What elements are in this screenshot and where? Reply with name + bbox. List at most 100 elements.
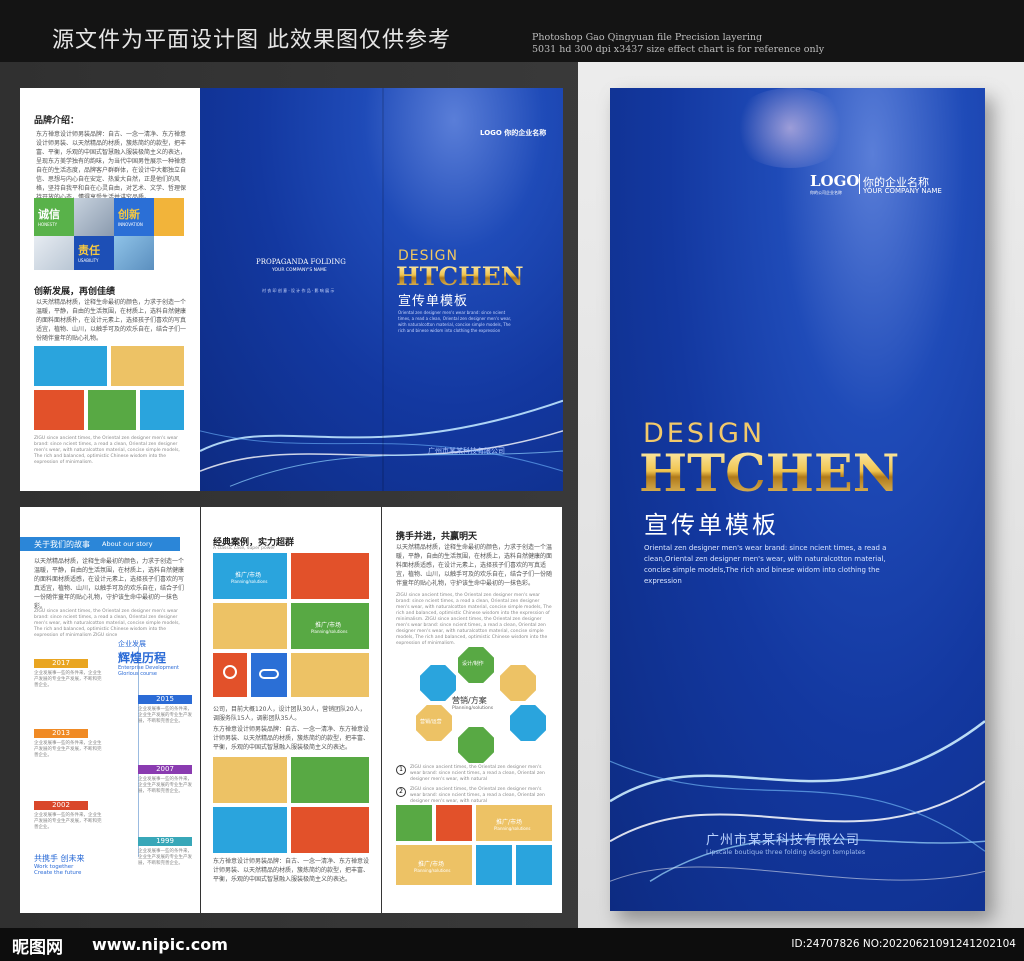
site-logo[interactable]: 昵图网	[12, 933, 63, 958]
case-tile-a: 推广/市场 Planning/solutions	[213, 553, 287, 599]
story-en-text: ZIGU since ancient times, the Oriental z…	[34, 609, 180, 638]
timeline-axis	[138, 647, 139, 857]
story-text: 以天然精品材质，诠释生命最初的颜色，力求于创造一个温暖，平静，自由的生活氛围，在…	[34, 558, 185, 610]
outer-left-panel: 品牌介绍： 东方禅意设计师男装品牌：自古、一念一清净、东方禅意设计师男装、以天然…	[20, 88, 200, 491]
inner-mid-panel: 经典案例，实力超群 A classic case, super power 推广…	[201, 507, 381, 913]
year-1999-text: 企业发展事一些的条件来，企业生产发展的专业生产发展，不断和完善企业。	[138, 849, 192, 866]
bokeh-light	[730, 88, 850, 168]
oct-top: 设计/制作	[458, 647, 494, 683]
year-2013-text: 企业发展事一些的条件来，企业生产发展的专业生产发展，不断和完善企业。	[34, 741, 102, 758]
tile-innovation: 创新 INNOVATION	[114, 198, 154, 236]
year-2015: 2015	[138, 695, 192, 704]
small-desc: Oriental zen designer men's wear brand: …	[398, 310, 512, 333]
glory-en2: Glorious course	[118, 671, 157, 677]
story-en: About our story	[102, 540, 153, 548]
big-logo: LOGO	[810, 172, 860, 190]
tile-responsibility: 责任 USABILITY	[74, 236, 114, 270]
oct-bottom	[458, 727, 494, 763]
site-url[interactable]: www.nipic.com	[92, 935, 228, 954]
idea-tile	[213, 653, 247, 697]
win-text: 以天然精品材质，诠释生命最初的颜色，力求于创造一个温暖，平静，自由的生活氛围，在…	[396, 544, 553, 587]
handshake-tile	[251, 653, 287, 697]
outer-left-foot-text: ZIGU since ancient times, the Oriental z…	[34, 436, 180, 465]
year-2017: 2017	[34, 659, 88, 668]
num-2-icon: 2	[396, 787, 406, 797]
banner-en-line1: Photoshop Gao Qingyuan file Precision la…	[532, 32, 763, 43]
tile-photo-1	[74, 198, 114, 236]
oct-top-right	[500, 665, 536, 701]
big-brand: HTCHEN	[639, 444, 900, 504]
lightbulb-icon	[223, 665, 237, 679]
small-subtitle: 宣传单模板	[398, 294, 469, 309]
big-bottom-en: Lipscale boutique three folding design t…	[706, 848, 866, 856]
brand-title: 品牌介绍：	[34, 116, 80, 126]
back-title: PROPAGANDA FOLDING	[256, 258, 346, 266]
big-company-en: YOUR COMPANY NAME	[863, 187, 942, 195]
small-brand: HTCHEN	[396, 262, 524, 291]
glory: 辉煌历程	[118, 651, 167, 665]
banner-cn: 源文件为平面设计图 此效果图仅供参考	[52, 28, 451, 53]
banner-en: Photoshop Gao Qingyuan file Precision la…	[532, 32, 824, 56]
inner-right-panel: 携手并进，共赢明天 以天然精品材质，诠释生命最初的颜色，力求于创造一个温暖，平静…	[382, 507, 562, 913]
back-note: 衬 衣 印 创 意 · 设 计 作 品 · 影 响 展 示	[262, 288, 335, 293]
small-logo-text: LOGO	[480, 129, 502, 137]
case-stats: 公司，目前大概120人，设计团队30人，营销团队20人，调服务队15人，调影团队…	[213, 706, 366, 722]
year-2013: 2013	[34, 729, 88, 738]
win-tile-b: 推广/市场 Planning/solutions	[396, 845, 472, 885]
innov-title: 创新发展，再创佳绩	[34, 287, 116, 297]
win-tile-a: 推广/市场 Planning/solutions	[476, 805, 552, 841]
year-2002-text: 企业发展事一些的条件来，企业生产发展的专业生产发展，不断和完善企业。	[34, 813, 102, 830]
footer-bar: 昵图网 www.nipic.com ID:24707826 NO:2022062…	[0, 928, 1024, 961]
case-tile-b: 推广/市场 Planning/solutions	[291, 603, 369, 649]
year-2015-text: 企业发展事一些的条件来，企业生产发展的专业生产发展，不断和完善企业。	[138, 707, 192, 724]
color-grid-1	[34, 346, 184, 430]
year-2007: 2007	[138, 765, 192, 774]
outer-blue-panel: PROPAGANDA FOLDING YOUR COMPANY'S NAME 衬…	[200, 88, 563, 491]
case-grid-2	[213, 757, 369, 853]
tile-honesty: 诚信 HONESTY	[34, 198, 74, 236]
year-2017-text: 企业发展事一些的条件来，企业生产发展的专业生产发展，不断和完善企业。	[34, 671, 102, 688]
item-1: ZIGU since ancient times, the Oriental z…	[410, 765, 545, 782]
timeline: 企业发展 辉煌历程 Enterprise Development Gloriou…	[34, 639, 194, 879]
big-subtitle: 宣传单模板	[644, 511, 779, 539]
case-grid: 推广/市场 Planning/solutions 推广/市场 Planning/…	[213, 553, 369, 697]
big-logo-sub: 你的公司企业名称	[810, 190, 842, 195]
enterprise: 企业发展	[118, 640, 146, 648]
win-title: 携手并进，共赢明天	[396, 532, 478, 542]
tile-yellow	[154, 198, 184, 236]
big-desc: Oriental zen designer men's wear brand: …	[644, 544, 887, 585]
tile-photo-3	[114, 236, 154, 270]
octagon-diagram: 设计/制作 营销/运营 营销/方案 Planning/solutions	[416, 647, 546, 767]
year-2002: 2002	[34, 801, 88, 810]
big-bottom-cn: 广州市某某科技有限公司	[706, 833, 861, 848]
inner-left-panel: 关于我们的故事 About our story 以天然精品材质，诠释生命最初的颜…	[20, 507, 200, 913]
story-bar: 关于我们的故事 About our story	[20, 537, 180, 551]
value-tiles: 诚信 HONESTY 创新 INNOVATION 责任 USABILITY	[34, 198, 184, 270]
future-en2: Create the future	[34, 870, 82, 876]
case-text-2: 东方禅意设计师男装品牌：自古、一念一清净、东方禅意设计师男装、以天然精品的材质，…	[213, 858, 370, 883]
case-text: 东方禅意设计师男装品牌：自古、一念一清净、东方禅意设计师男装、以天然精品的材质，…	[213, 726, 370, 751]
win-grid: 推广/市场 Planning/solutions 推广/市场 Planning/…	[396, 805, 552, 885]
tile-blank	[154, 236, 184, 270]
year-1999: 1999	[138, 837, 192, 846]
handshake-icon	[259, 669, 279, 679]
big-cover: LOGO 你的公司企业名称 你的企业名称 YOUR COMPANY NAME D…	[610, 88, 985, 911]
small-company: 你的企业名称	[504, 129, 547, 137]
num-1-icon: 1	[396, 765, 406, 775]
hub-en: Planning/solutions	[452, 706, 494, 711]
small-logo: LOGO 你的企业名称	[480, 128, 546, 138]
item-2: ZIGU since ancient times, the Oriental z…	[410, 787, 545, 804]
oct-right	[510, 705, 546, 741]
top-banner: 源文件为平面设计图 此效果图仅供参考 Photoshop Gao Qingyua…	[0, 0, 1024, 62]
tile-photo-2	[34, 236, 74, 270]
future-cn: 共携手 创未来	[34, 854, 85, 863]
back-sub: YOUR COMPANY'S NAME	[272, 268, 327, 273]
fold-line	[382, 88, 384, 491]
banner-en-line2: 5031 hd 300 dpi x3437 size effect chart …	[532, 44, 825, 55]
year-2007-text: 企业发展事一些的条件来，企业生产发展的专业生产发展，不断和完善企业。	[138, 777, 192, 794]
oct-left: 营销/运营	[416, 705, 452, 741]
case-sub: A classic case, super power	[213, 546, 276, 551]
brand-text: 东方禅意设计师男装品牌：自古、一念一清净、东方禅意设计师男装、以天然精品的材质，…	[36, 131, 187, 201]
story-cn: 关于我们的故事	[34, 540, 90, 549]
small-bottom: 广州市某某科技有限公司	[428, 447, 505, 455]
